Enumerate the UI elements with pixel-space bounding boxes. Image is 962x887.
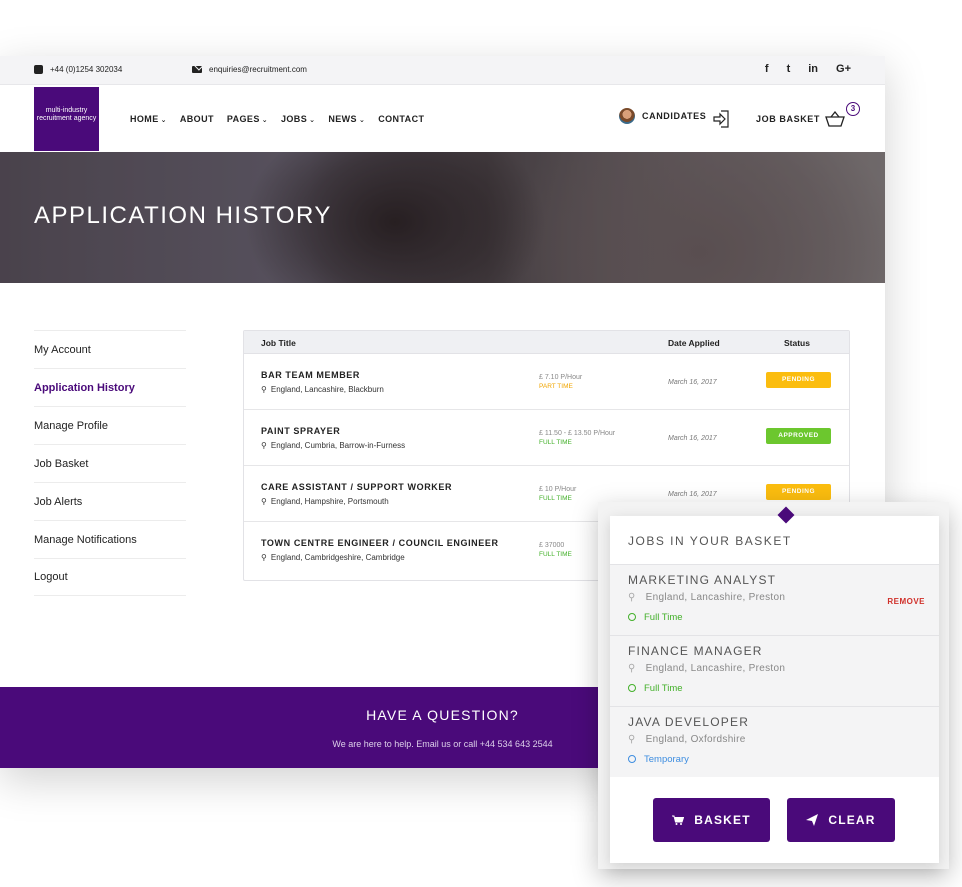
job-title[interactable]: TOWN CENTRE ENGINEER / COUNCIL ENGINEER <box>261 538 499 548</box>
map-pin-icon: ⚲ <box>261 553 267 562</box>
map-pin-icon: ⚲ <box>261 385 267 394</box>
job-pay: £ 10 P/Hour <box>539 486 577 493</box>
send-icon <box>806 814 819 826</box>
job-type: FULL TIME <box>539 495 572 502</box>
date-applied: March 16, 2017 <box>668 379 717 386</box>
basket-item-title[interactable]: JAVA DEVELOPER <box>628 715 749 729</box>
job-basket-label[interactable]: JOB BASKET <box>756 114 820 124</box>
job-type: FULL TIME <box>539 439 572 446</box>
phone-icon <box>34 65 43 74</box>
nav-home[interactable]: HOME ⌄ <box>130 114 167 124</box>
basket-item-location: ⚲ England, Lancashire, Preston <box>628 592 786 603</box>
basket-item-location: ⚲ England, Oxfordshire <box>628 734 746 745</box>
map-pin-icon: ⚲ <box>261 497 267 506</box>
basket-button-label: BASKET <box>694 813 751 827</box>
clock-icon <box>628 684 636 692</box>
job-pay: £ 7.10 P/Hour <box>539 374 583 381</box>
navbar: multi-industry recruitment agency HOME ⌄ … <box>0 85 885 152</box>
col-job-title: Job Title <box>261 338 296 348</box>
sidebar-item-job-basket[interactable]: Job Basket <box>34 444 186 482</box>
date-applied: March 16, 2017 <box>668 491 717 498</box>
phone-info: +44 (0)1254 302034 <box>34 65 122 74</box>
clear-button[interactable]: CLEAR <box>787 798 895 842</box>
job-type: PART TIME <box>539 383 573 390</box>
candidates-link[interactable]: CANDIDATES <box>619 108 706 124</box>
job-location: ⚲ England, Cambridgeshire, Cambridge <box>261 553 405 562</box>
table-header: Job Title Date Applied Status <box>244 331 849 354</box>
google-plus-icon[interactable]: G+ <box>836 63 851 75</box>
nav-jobs[interactable]: JOBS ⌄ <box>281 114 315 124</box>
map-pin-icon: ⚲ <box>628 734 636 745</box>
date-applied: March 16, 2017 <box>668 435 717 442</box>
phone-number: +44 (0)1254 302034 <box>50 65 123 74</box>
map-pin-icon: ⚲ <box>628 592 636 603</box>
sidebar-item-job-alerts[interactable]: Job Alerts <box>34 482 186 520</box>
basket-popup-title: JOBS IN YOUR BASKET <box>628 534 792 548</box>
basket-item[interactable]: MARKETING ANALYST ⚲ England, Lancashire, P… <box>610 564 939 635</box>
main-menu: HOME ⌄ ABOUT PAGES ⌄ JOBS ⌄ NEWS ⌄ CONTACT <box>130 114 424 124</box>
clear-button-label: CLEAR <box>828 813 876 827</box>
twitter-icon[interactable]: t <box>787 63 791 75</box>
job-location: ⚲ England, Cumbria, Barrow-in-Furness <box>261 441 406 450</box>
job-title[interactable]: PAINT SPRAYER <box>261 426 340 436</box>
job-type: FULL TIME <box>539 551 572 558</box>
nav-contact[interactable]: CONTACT <box>378 114 424 124</box>
linkedin-icon[interactable]: in <box>808 63 818 75</box>
sidebar-item-manage-profile[interactable]: Manage Profile <box>34 406 186 444</box>
sidebar-item-application-history[interactable]: Application History <box>34 368 186 406</box>
page-title: APPLICATION HISTORY <box>34 202 332 229</box>
basket-popup: JOBS IN YOUR BASKET MARKETING ANALYST ⚲ En… <box>610 516 939 863</box>
status-badge: APPROVED <box>766 428 831 444</box>
facebook-icon[interactable]: f <box>765 63 769 75</box>
table-row[interactable]: BAR TEAM MEMBER ⚲ England, Lancashire, Bla… <box>244 354 849 410</box>
status-badge: PENDING <box>766 484 831 500</box>
hero-banner: APPLICATION HISTORY <box>0 152 885 283</box>
nav-pages[interactable]: PAGES ⌄ <box>227 114 268 124</box>
job-pay: £ 11.50 - £ 13.50 P/Hour <box>539 430 616 437</box>
job-title[interactable]: BAR TEAM MEMBER <box>261 370 360 380</box>
basket-item-title[interactable]: FINANCE MANAGER <box>628 644 763 658</box>
col-status: Status <box>784 338 810 348</box>
basket-count-badge: 3 <box>846 102 860 116</box>
basket-item-type: Full Time <box>628 612 683 623</box>
cart-icon <box>672 815 685 825</box>
site-logo[interactable]: multi-industry recruitment agency <box>34 87 99 151</box>
envelope-icon <box>192 66 202 73</box>
account-sidebar: My Account Application History Manage Pr… <box>34 330 186 596</box>
job-location: ⚲ England, Lancashire, Blackburn <box>261 385 384 394</box>
clock-icon <box>628 755 636 763</box>
clock-icon <box>628 613 636 621</box>
job-location: ⚲ England, Hampshire, Portsmouth <box>261 497 389 506</box>
basket-item-location: ⚲ England, Lancashire, Preston <box>628 663 786 674</box>
col-date-applied: Date Applied <box>668 338 720 348</box>
basket-item[interactable]: JAVA DEVELOPER ⚲ England, Oxfordshire Tempo… <box>610 706 939 777</box>
table-row[interactable]: PAINT SPRAYER ⚲ England, Cumbria, Barrow-i… <box>244 410 849 466</box>
email-address[interactable]: enquiries@recruitment.com <box>209 65 307 74</box>
basket-item-type: Temporary <box>628 754 689 765</box>
login-icon[interactable] <box>712 109 732 129</box>
remove-button[interactable]: REMOVE <box>887 597 925 606</box>
top-bar: +44 (0)1254 302034 enquiries@recruitment… <box>0 56 885 85</box>
basket-item[interactable]: FINANCE MANAGER ⚲ England, Lancashire, Pre… <box>610 635 939 706</box>
basket-icon[interactable] <box>825 111 845 127</box>
basket-item-type: Full Time <box>628 683 683 694</box>
social-links: f t in G+ <box>765 63 851 75</box>
basket-item-title[interactable]: MARKETING ANALYST <box>628 573 776 587</box>
email-info: enquiries@recruitment.com <box>192 65 307 74</box>
map-pin-icon: ⚲ <box>628 663 636 674</box>
sidebar-item-manage-notifications[interactable]: Manage Notifications <box>34 520 186 558</box>
sidebar-item-logout[interactable]: Logout <box>34 558 186 596</box>
candidates-label: CANDIDATES <box>642 111 707 121</box>
job-pay: £ 37000 <box>539 542 565 549</box>
sidebar-item-my-account[interactable]: My Account <box>34 330 186 368</box>
job-title[interactable]: CARE ASSISTANT / SUPPORT WORKER <box>261 482 452 492</box>
avatar <box>619 108 635 124</box>
basket-button[interactable]: BASKET <box>653 798 770 842</box>
nav-news[interactable]: NEWS ⌄ <box>328 114 365 124</box>
map-pin-icon: ⚲ <box>261 441 267 450</box>
nav-about[interactable]: ABOUT <box>180 114 214 124</box>
status-badge: PENDING <box>766 372 831 388</box>
